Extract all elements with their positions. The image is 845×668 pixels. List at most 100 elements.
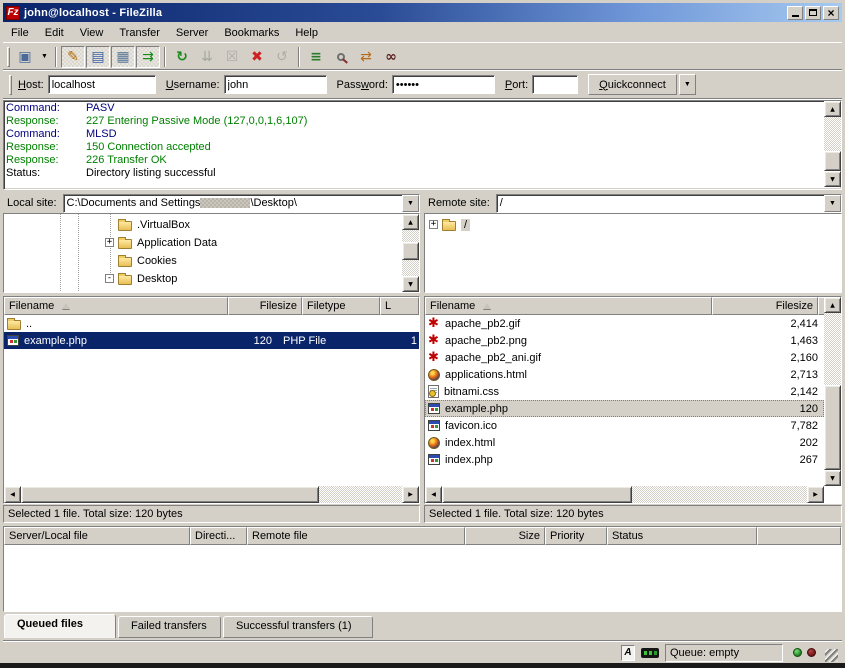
file-row[interactable]: ✱ apache_pb2.gif 2,414 — [425, 315, 824, 332]
file-row[interactable]: applications.html 2,713 — [425, 366, 824, 383]
file-row[interactable]: bitnami.css 2,142 — [425, 383, 824, 400]
menu-view[interactable]: View — [72, 25, 112, 41]
file-row-parent-dir[interactable]: .. — [4, 315, 419, 332]
tab-successful-transfers[interactable]: Successful transfers (1) — [223, 616, 373, 638]
scroll-up-button[interactable]: ▲ — [402, 214, 419, 230]
scroll-down-button[interactable]: ▼ — [824, 470, 841, 486]
tab-failed-transfers[interactable]: Failed transfers — [118, 616, 221, 638]
local-site-dropdown-button[interactable]: ▼ — [402, 195, 419, 212]
find-files-button[interactable]: ∞ — [379, 46, 403, 68]
scroll-right-button[interactable]: ▶ — [807, 486, 824, 503]
scroll-track[interactable] — [632, 486, 807, 503]
scroll-thumb[interactable] — [824, 151, 841, 171]
collapse-minus-icon[interactable]: - — [105, 274, 114, 283]
tree-item-cookies[interactable]: Cookies — [105, 252, 177, 269]
tree-item-desktop[interactable]: - Desktop — [105, 270, 177, 287]
scroll-track[interactable] — [319, 486, 402, 503]
column-header-size[interactable]: Size — [465, 527, 545, 545]
column-header-filename[interactable]: Filename — [4, 297, 228, 315]
scroll-up-button[interactable]: ▲ — [824, 101, 841, 117]
toolbar-grip[interactable] — [7, 47, 10, 67]
toggle-remote-tree-button[interactable]: ▦ — [111, 46, 135, 68]
tab-queued-files[interactable]: Queued files — [4, 614, 116, 638]
scroll-left-button[interactable]: ◀ — [4, 486, 21, 503]
site-manager-button[interactable]: ▣ — [13, 46, 37, 68]
menu-server[interactable]: Server — [168, 25, 216, 41]
tree-item-root[interactable]: + / — [429, 216, 470, 233]
column-header-priority[interactable]: Priority — [545, 527, 607, 545]
username-input[interactable] — [224, 75, 327, 94]
remote-list-vscrollbar[interactable]: ▲ ▼ — [824, 297, 841, 486]
toggle-queue-button[interactable]: ⇉ — [136, 46, 160, 68]
speed-limit-icon[interactable] — [641, 648, 659, 658]
column-header-status[interactable]: Status — [607, 527, 757, 545]
synchronized-browsing-button[interactable]: ⇄ — [354, 46, 378, 68]
reconnect-button[interactable]: ↺ — [270, 46, 294, 68]
directory-comparison-button[interactable] — [329, 46, 353, 68]
scroll-thumb[interactable] — [21, 486, 319, 503]
file-row[interactable]: ✱ apache_pb2_ani.gif 2,160 — [425, 349, 824, 366]
column-header-filetype[interactable]: Filetype — [302, 297, 380, 315]
local-site-combobox[interactable]: C:\Documents and Settings\Desktop\ ▼ — [63, 194, 420, 213]
filter-button[interactable]: ≡ — [304, 46, 328, 68]
log-line: Status:Directory listing successful — [4, 167, 841, 180]
menu-transfer[interactable]: Transfer — [111, 25, 168, 41]
file-row-example-php[interactable]: example.php 120 — [425, 400, 824, 417]
column-header-filename[interactable]: Filename — [425, 297, 712, 315]
port-input[interactable] — [532, 75, 578, 94]
scroll-thumb[interactable] — [442, 486, 632, 503]
maximize-button[interactable] — [805, 6, 821, 20]
remote-list-hscrollbar[interactable]: ◀ ▶ — [425, 486, 824, 503]
menu-bookmarks[interactable]: Bookmarks — [216, 25, 287, 41]
title-bar[interactable]: Fz john@localhost - FileZilla × — [3, 3, 842, 22]
column-header-server-local-file[interactable]: Server/Local file — [4, 527, 190, 545]
menu-edit[interactable]: Edit — [37, 25, 72, 41]
scroll-thumb[interactable] — [824, 385, 841, 470]
host-input[interactable] — [48, 75, 156, 94]
scroll-left-button[interactable]: ◀ — [425, 486, 442, 503]
local-tree-scrollbar[interactable]: ▲ ▼ — [402, 214, 419, 292]
column-header-filesize[interactable]: Filesize — [228, 297, 302, 315]
quickconnect-grip[interactable] — [9, 75, 12, 95]
column-header-direction[interactable]: Directi... — [190, 527, 247, 545]
scroll-thumb[interactable] — [402, 242, 419, 260]
refresh-button[interactable]: ↻ — [170, 46, 194, 68]
expand-plus-icon[interactable]: + — [105, 238, 114, 247]
password-input[interactable] — [392, 75, 495, 94]
column-header-last-modified[interactable]: L — [380, 297, 419, 315]
file-row[interactable]: index.html 202 — [425, 434, 824, 451]
close-button[interactable]: × — [823, 6, 839, 20]
file-row-example-php[interactable]: example.php 120 PHP File 1 — [4, 332, 419, 349]
sort-ascending-icon — [483, 303, 491, 309]
tree-item-application-data[interactable]: + Application Data — [105, 234, 217, 251]
scroll-down-button[interactable]: ▼ — [402, 276, 419, 292]
column-header-remote-file[interactable]: Remote file — [247, 527, 465, 545]
scroll-up-button[interactable]: ▲ — [824, 297, 841, 313]
remote-site-dropdown-button[interactable]: ▼ — [824, 195, 841, 212]
column-header-filesize[interactable]: Filesize — [712, 297, 818, 315]
local-list-hscrollbar[interactable]: ◀ ▶ — [4, 486, 419, 503]
file-row[interactable]: favicon.ico 7,782 — [425, 417, 824, 434]
scroll-right-button[interactable]: ▶ — [402, 486, 419, 503]
site-manager-dropdown-button[interactable]: ▼ — [38, 46, 51, 68]
remote-site-combobox[interactable]: / ▼ — [496, 194, 842, 213]
expand-plus-icon[interactable]: + — [429, 220, 438, 229]
resize-grip[interactable] — [825, 649, 838, 662]
tree-item-virtualbox[interactable]: .VirtualBox — [105, 216, 190, 233]
toggle-local-tree-button[interactable]: ▤ — [86, 46, 110, 68]
quickconnect-button[interactable]: Quickconnect — [588, 74, 677, 95]
log-scrollbar[interactable]: ▲ ▼ — [824, 101, 841, 187]
queue-arrows-icon: ⇉ — [142, 49, 154, 65]
file-row[interactable]: ✱ apache_pb2.png 1,463 — [425, 332, 824, 349]
quickconnect-dropdown-button[interactable]: ▼ — [679, 74, 696, 95]
toggle-log-button[interactable]: ✎ — [61, 46, 85, 68]
minimize-button[interactable] — [787, 6, 803, 20]
menu-help[interactable]: Help — [287, 25, 326, 41]
apache-feather-icon: ✱ — [428, 316, 442, 331]
file-row[interactable]: index.php 267 — [425, 451, 824, 468]
scroll-down-button[interactable]: ▼ — [824, 171, 841, 187]
menu-file[interactable]: File — [3, 25, 37, 41]
disconnect-button[interactable]: ✖ — [245, 46, 269, 68]
cancel-operation-button[interactable]: ☒ — [220, 46, 244, 68]
process-queue-button[interactable]: ⇊ — [195, 46, 219, 68]
